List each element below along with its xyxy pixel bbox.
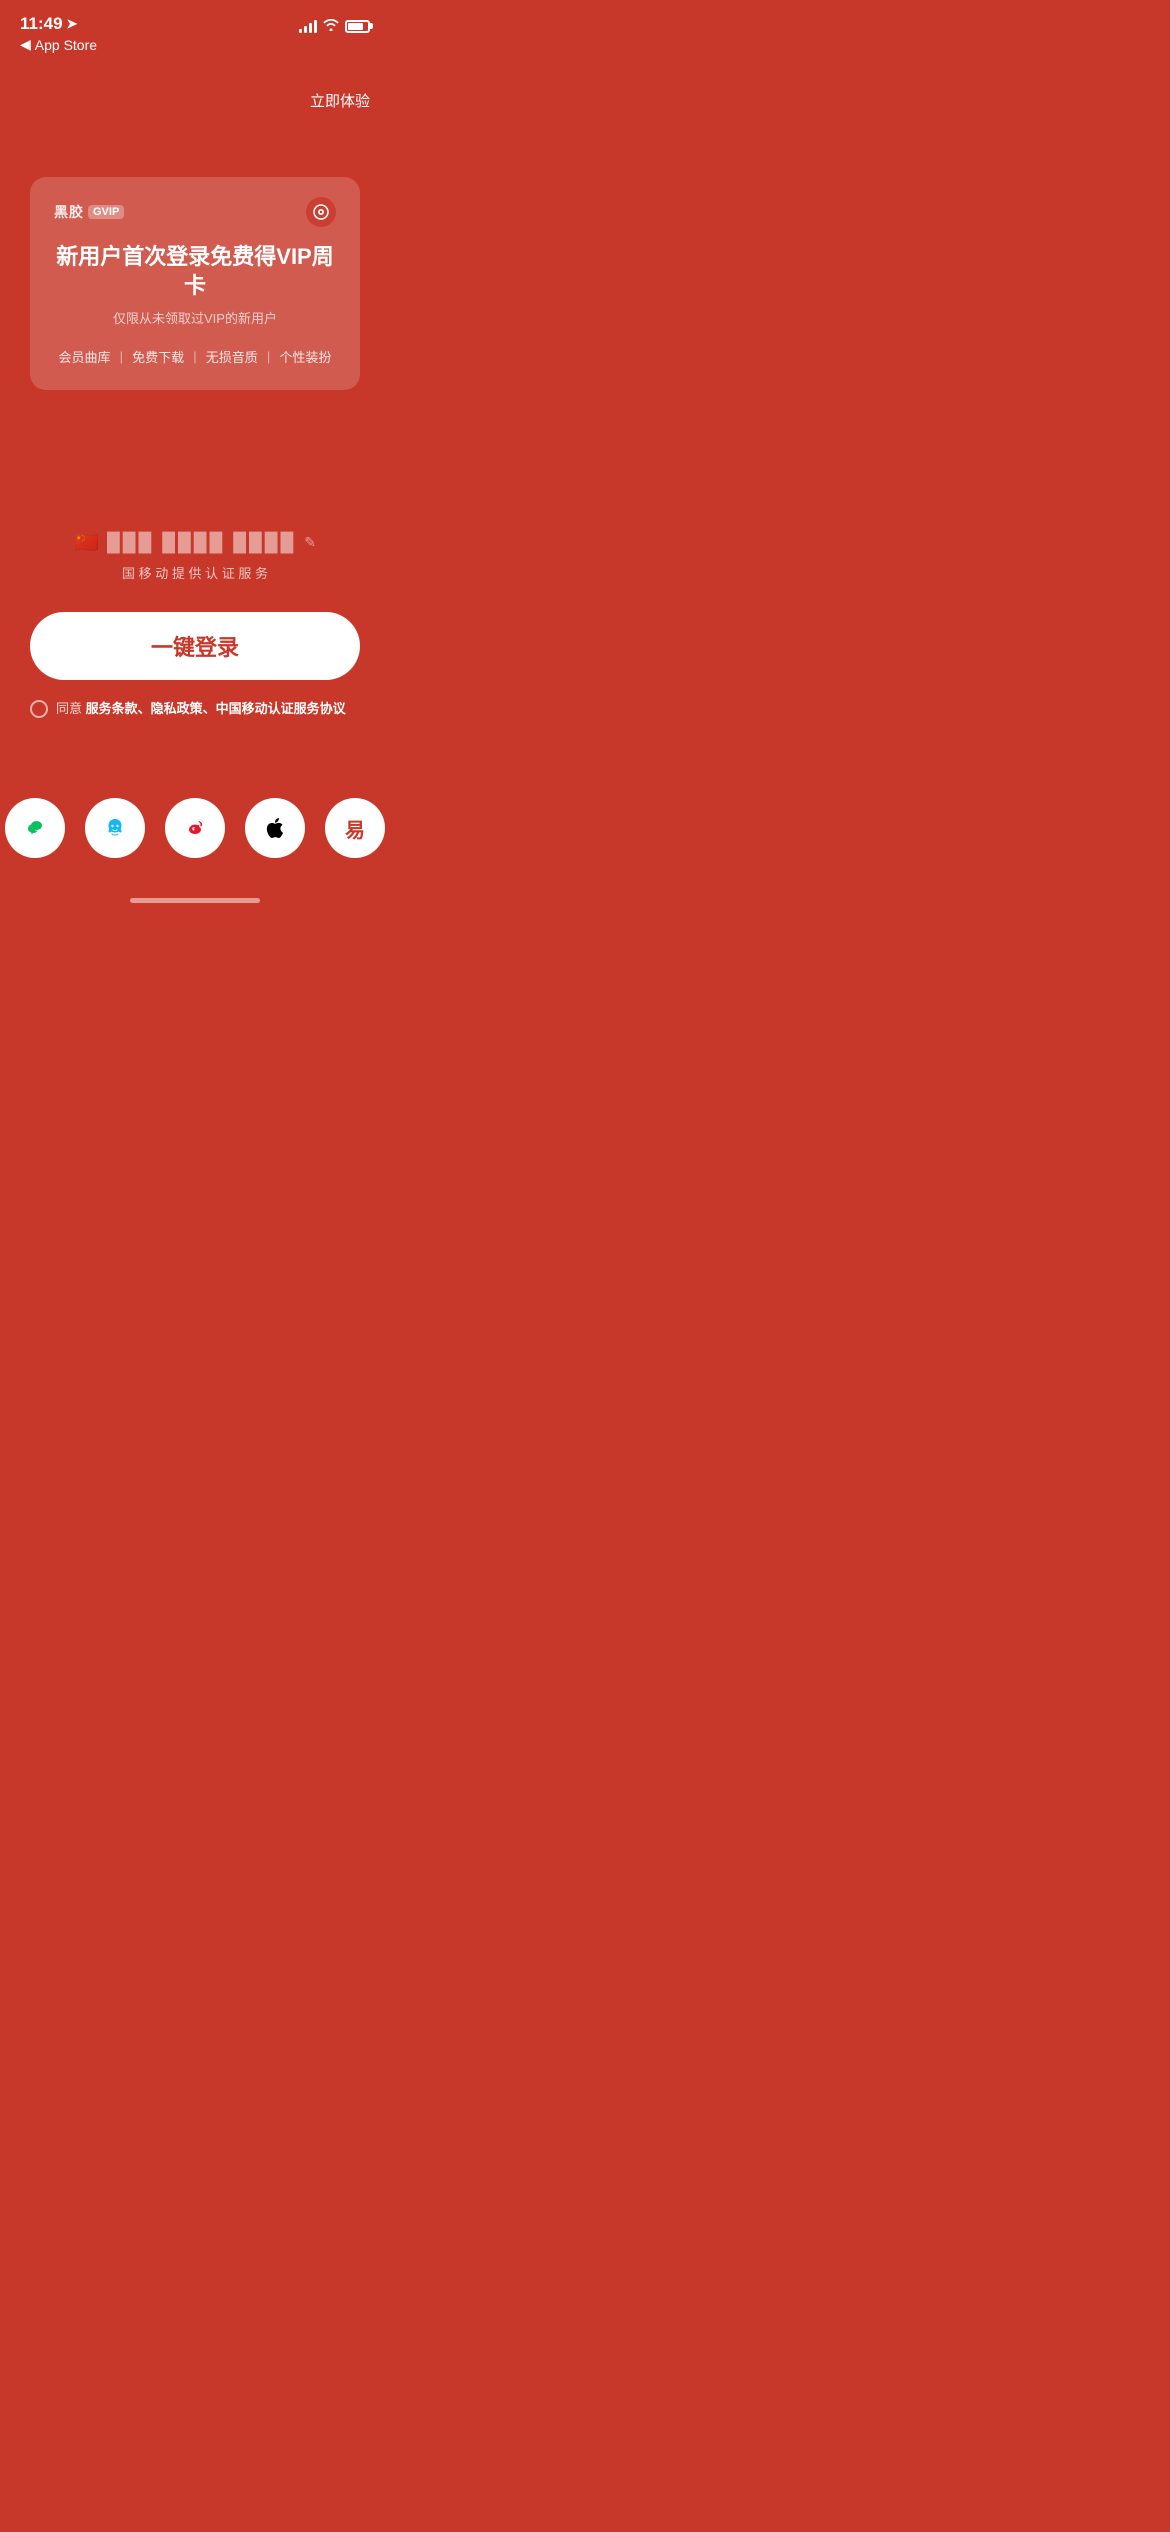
vip-card: 黑胶 GVIP 新用户首次登录免费得VIP周卡 仅限从未领取过VIP的新用户 会… xyxy=(30,177,360,390)
vip-feature-2: 无损音质 xyxy=(206,347,258,366)
login-button-wrapper: 一键登录 xyxy=(30,612,360,680)
social-login-row: 易 xyxy=(0,798,390,858)
weibo-login-button[interactable] xyxy=(165,798,225,858)
back-nav[interactable]: ◀ App Store xyxy=(20,36,97,53)
netease-login-button[interactable]: 易 xyxy=(325,798,385,858)
trial-button[interactable]: 立即体验 xyxy=(310,90,370,111)
agreement-checkbox[interactable] xyxy=(30,700,48,718)
music-app-icon xyxy=(306,197,336,227)
agreement-links[interactable]: 服务条款、隐私政策、中国移动认证服务协议 xyxy=(86,701,346,716)
back-arrow-icon: ◀ xyxy=(20,36,31,53)
vip-logo: 黑胶 GVIP xyxy=(54,202,124,222)
qq-login-button[interactable] xyxy=(85,798,145,858)
home-indicator xyxy=(0,888,390,911)
agreement-prefix: 同意 xyxy=(56,701,86,716)
vip-logo-text: 黑胶 xyxy=(54,202,84,222)
home-bar xyxy=(130,898,260,903)
vip-divider-2: | xyxy=(267,349,270,364)
phone-edit-icon: ✎ xyxy=(304,534,316,551)
vip-feature-1: 免费下载 xyxy=(132,347,184,366)
wifi-icon xyxy=(323,18,339,34)
one-click-login-button[interactable]: 一键登录 xyxy=(30,612,360,680)
signal-icon xyxy=(299,19,317,33)
status-time: 11:49 ➤ xyxy=(20,14,97,34)
phone-area: 🇨🇳 ███ ████ ████ ✎ 国 移 动 提 供 认 证 服 务 xyxy=(40,530,350,582)
netease-icon-text: 易 xyxy=(345,814,365,843)
battery-icon xyxy=(345,20,370,33)
agreement-row[interactable]: 同意 服务条款、隐私政策、中国移动认证服务协议 xyxy=(30,700,360,718)
vip-feature-0: 会员曲库 xyxy=(59,347,111,366)
back-label: App Store xyxy=(35,37,97,53)
vip-divider-0: | xyxy=(120,349,123,364)
status-right xyxy=(299,14,370,34)
phone-display: 🇨🇳 ███ ████ ████ ✎ xyxy=(40,530,350,555)
phone-provider: 国 移 动 提 供 认 证 服 务 xyxy=(40,563,350,582)
status-left: 11:49 ➤ ◀ App Store xyxy=(20,14,97,53)
wechat-login-button[interactable] xyxy=(5,798,65,858)
phone-number-masked: ███ ████ ████ xyxy=(107,532,296,553)
agreement-text: 同意 服务条款、隐私政策、中国移动认证服务协议 xyxy=(56,700,346,718)
phone-flag: 🇨🇳 xyxy=(74,530,99,555)
vip-logo-badge: GVIP xyxy=(88,205,124,219)
location-arrow-icon: ➤ xyxy=(67,16,78,32)
vip-feature-3: 个性装扮 xyxy=(279,347,331,366)
vip-card-header: 黑胶 GVIP xyxy=(54,197,336,227)
status-bar: 11:49 ➤ ◀ App Store xyxy=(0,0,390,57)
vip-features: 会员曲库 | 免费下载 | 无损音质 | 个性装扮 xyxy=(54,347,336,366)
time-display: 11:49 xyxy=(20,14,63,34)
vip-title: 新用户首次登录免费得VIP周卡 xyxy=(54,243,336,300)
vip-subtitle: 仅限从未领取过VIP的新用户 xyxy=(54,308,336,327)
vip-divider-1: | xyxy=(193,349,196,364)
apple-login-button[interactable] xyxy=(245,798,305,858)
